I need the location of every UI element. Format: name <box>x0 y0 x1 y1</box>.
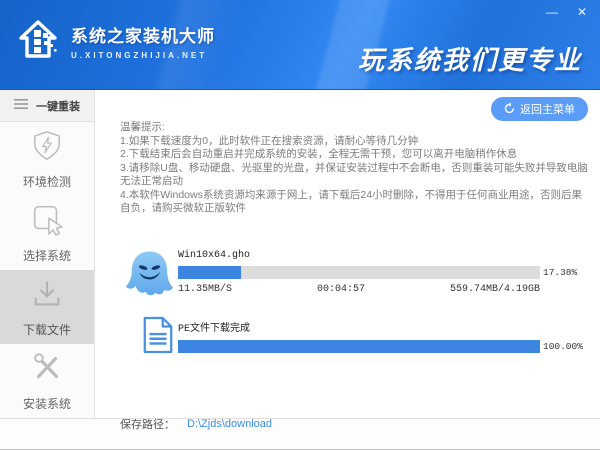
tips-title: 温馨提示: <box>120 121 588 135</box>
sidebar-item-download-files[interactable]: 下载文件 <box>0 270 94 344</box>
download-filename: Win10x64.gho <box>178 250 550 261</box>
download-speed: 11.35MB/S <box>178 284 232 295</box>
download-size: 559.74MB/4.19GB <box>450 284 540 295</box>
sidebar-item-label: 选择系统 <box>23 247 71 264</box>
header-slogan: 玩系统我们更专业 <box>358 40 582 77</box>
house-logo-icon <box>16 16 62 65</box>
download-time-remaining: 00:04:57 <box>317 284 365 295</box>
shield-icon <box>30 129 64 166</box>
app-logo: 系统之家装机大师 U.XITONGZHIJIA.NET <box>16 16 215 65</box>
download-icon <box>30 277 64 314</box>
save-path-link[interactable]: D:\Zjds\download <box>187 418 272 430</box>
progress-row: 17.38% <box>178 266 550 279</box>
ghost-mascot-icon <box>120 247 178 305</box>
app-subtitle: U.XITONGZHIJIA.NET <box>71 51 215 60</box>
cursor-icon <box>30 203 64 240</box>
sidebar-item-label: 安装系统 <box>23 395 71 412</box>
progress-row: 100.00% <box>178 340 550 353</box>
progress-percent: 100.00% <box>543 341 583 352</box>
save-path-label: 保存路径： <box>120 416 175 432</box>
sidebar: 一键重装 环境检测 选择系统 <box>0 90 95 418</box>
download-item-pe: PE文件下载完成 100.00% <box>120 316 588 354</box>
window-controls: — ✕ <box>544 4 590 20</box>
sidebar-item-label: 环境检测 <box>23 173 71 190</box>
content-panel: 返回主菜单 温馨提示: 1.如果下载速度为0，此时软件正在搜索资源，请耐心等待几… <box>95 90 600 418</box>
minimize-button[interactable]: — <box>544 4 560 20</box>
logo-text: 系统之家装机大师 U.XITONGZHIJIA.NET <box>71 22 215 60</box>
progress-bar-pe <box>178 340 540 353</box>
app-title: 系统之家装机大师 <box>71 22 215 47</box>
progress-fill <box>178 340 540 353</box>
sidebar-item-env-check[interactable]: 环境检测 <box>0 122 94 196</box>
progress-bar-gho <box>178 266 540 279</box>
document-icon <box>120 316 178 354</box>
sidebar-item-label: 一键重装 <box>36 98 80 114</box>
download-item-gho: Win10x64.gho 17.38% 11.35MB/S 00:04:57 5… <box>120 247 588 305</box>
download-stats: 11.35MB/S 00:04:57 559.74MB/4.19GB <box>178 284 540 295</box>
return-button-label: 返回主菜单 <box>520 101 575 117</box>
return-main-menu-button[interactable]: 返回主菜单 <box>491 97 588 121</box>
return-arrow-icon <box>504 102 515 116</box>
tips-line: 3.请移除U盘、移动硬盘、光驱里的光盘，并保证安装过程中不会断电，否则重装可能失… <box>120 162 588 189</box>
close-button[interactable]: ✕ <box>574 4 590 20</box>
tips-line: 1.如果下载速度为0，此时软件正在搜索资源，请耐心等待几分钟 <box>120 135 588 149</box>
sidebar-item-select-system[interactable]: 选择系统 <box>0 196 94 270</box>
pe-status-label: PE文件下载完成 <box>178 319 550 335</box>
progress-fill <box>178 266 241 279</box>
tips-line: 2.下载结束后会自动重启并完成系统的安装，全程无需干预，您可以离开电脑稍作休息 <box>120 148 588 162</box>
tools-icon <box>30 351 64 388</box>
sidebar-item-label: 下载文件 <box>23 321 71 338</box>
sidebar-item-onekey-reinstall[interactable]: 一键重装 <box>0 90 94 122</box>
body: 一键重装 环境检测 选择系统 <box>0 90 600 418</box>
save-path-row: 保存路径： D:\Zjds\download <box>120 416 588 432</box>
download-info: Win10x64.gho 17.38% 11.35MB/S 00:04:57 5… <box>178 247 550 305</box>
app-window: 系统之家装机大师 U.XITONGZHIJIA.NET 玩系统我们更专业 — ✕ <box>0 0 600 450</box>
sidebar-item-install-system[interactable]: 安装系统 <box>0 344 94 418</box>
menu-icon <box>14 98 29 113</box>
tips-block: 温馨提示: 1.如果下载速度为0，此时软件正在搜索资源，请耐心等待几分钟 2.下… <box>120 121 588 216</box>
progress-percent: 17.38% <box>543 267 577 278</box>
header: 系统之家装机大师 U.XITONGZHIJIA.NET 玩系统我们更专业 — ✕ <box>0 0 600 90</box>
download-info: PE文件下载完成 100.00% <box>178 316 550 354</box>
tips-line: 4.本软件Windows系统资源均来源于网上，请下载后24小时删除，不得用于任何… <box>120 189 588 216</box>
